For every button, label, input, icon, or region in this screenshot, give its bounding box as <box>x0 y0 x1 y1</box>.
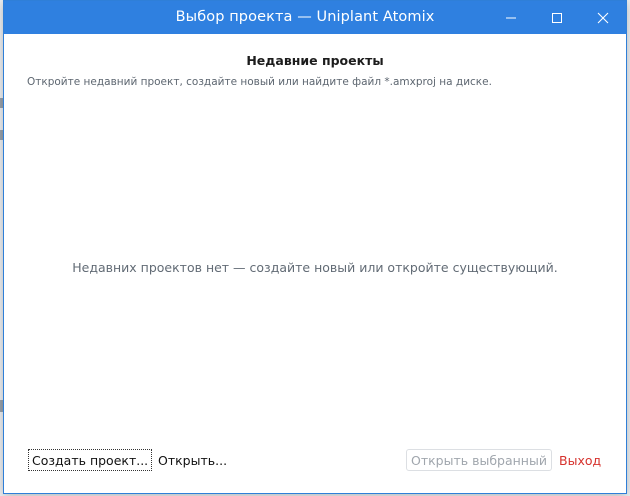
close-button[interactable] <box>580 1 626 34</box>
dialog-content: Недавние проекты Откройте недавний проек… <box>4 34 626 493</box>
open-project-button[interactable]: Открыть... <box>154 449 231 471</box>
page-title: Недавние проекты <box>246 53 384 68</box>
page-subtitle: Откройте недавний проект, создайте новый… <box>27 76 492 88</box>
open-selected-button[interactable]: Открыть выбранный <box>406 449 552 471</box>
window-title: Выбор проекта — Uniplant Atomix <box>175 9 435 25</box>
create-project-button[interactable]: Создать проект... <box>28 449 153 471</box>
close-icon <box>597 12 609 23</box>
title-bar[interactable]: Выбор проекта — Uniplant Atomix <box>4 1 626 34</box>
minimize-icon <box>506 17 516 18</box>
maximize-button[interactable] <box>534 1 580 34</box>
recent-projects-list[interactable]: Недавних проектов нет — создайте новый и… <box>4 94 626 434</box>
project-picker-dialog: Выбор проекта — Uniplant Atomix Недавние… <box>3 0 627 494</box>
empty-state-message: Недавних проектов нет — создайте новый и… <box>72 260 558 275</box>
maximize-icon <box>552 12 562 23</box>
exit-button[interactable]: Выход <box>555 449 605 471</box>
minimize-button[interactable] <box>488 1 534 34</box>
